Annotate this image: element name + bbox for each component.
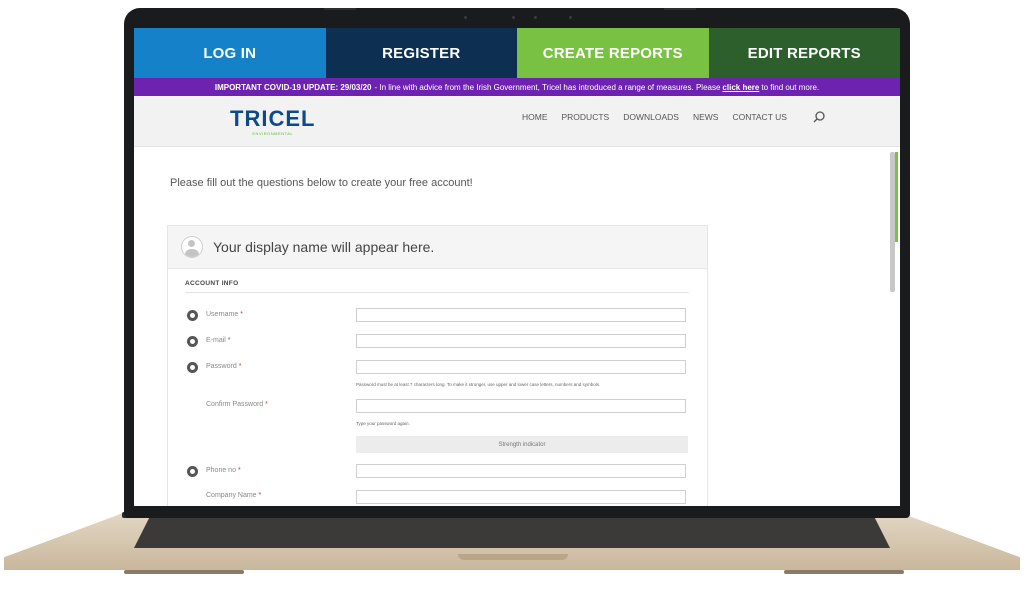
covid-banner-link[interactable]: click here xyxy=(722,83,759,92)
email-input[interactable] xyxy=(356,334,686,348)
camera-dot xyxy=(512,16,515,19)
password-label: Password * xyxy=(206,363,241,370)
camera-dot xyxy=(534,16,537,19)
avatar-icon xyxy=(181,236,203,258)
username-input[interactable] xyxy=(356,308,686,322)
menu-item-products[interactable]: PRODUCTS xyxy=(562,112,610,122)
required-mark: * xyxy=(258,492,262,499)
search-icon[interactable] xyxy=(812,110,826,124)
phone-input[interactable] xyxy=(356,464,686,478)
profile-header: Your display name will appear here. xyxy=(168,226,707,269)
covid-banner-tail: to find out more. xyxy=(761,82,820,92)
username-label-text: Username xyxy=(206,311,239,318)
strength-indicator: Strength indicator xyxy=(356,436,688,453)
section-divider xyxy=(185,292,689,293)
laptop-foot-left xyxy=(124,570,244,574)
section-title: ACCOUNT INFO xyxy=(185,280,239,287)
lock-icon xyxy=(187,362,198,373)
logo-subtitle: ENVIRONMENTAL xyxy=(252,131,294,136)
menu-item-news[interactable]: NEWS xyxy=(693,112,719,122)
menu-item-home[interactable]: HOME xyxy=(522,112,548,122)
laptop-screen: LOG IN REGISTER CREATE REPORTS EDIT REPO… xyxy=(134,28,900,506)
required-mark: * xyxy=(227,337,231,344)
laptop-base xyxy=(4,512,1020,574)
company-label: Company Name * xyxy=(206,492,261,499)
tricel-logo[interactable]: TRICEL ENVIRONMENTAL xyxy=(230,106,316,137)
top-nav: LOG IN REGISTER CREATE REPORTS EDIT REPO… xyxy=(134,28,900,78)
company-label-text: Company Name xyxy=(206,492,257,499)
logo-text: TRICEL xyxy=(230,106,316,131)
laptop-foot-right xyxy=(784,570,904,574)
create-reports-button[interactable]: CREATE REPORTS xyxy=(517,28,709,78)
email-icon xyxy=(187,336,198,347)
covid-banner-text: - In line with advice from the Irish Gov… xyxy=(374,82,721,92)
password-label-text: Password xyxy=(206,363,237,370)
phone-icon xyxy=(187,466,198,477)
camera-dot xyxy=(464,16,467,19)
confirm-password-hint: Type your password again. xyxy=(356,421,410,426)
required-mark: * xyxy=(238,363,242,370)
display-name-preview: Your display name will appear here. xyxy=(213,239,435,255)
lid-gleam-right xyxy=(664,8,696,10)
company-input[interactable] xyxy=(356,490,686,504)
password-input[interactable] xyxy=(356,360,686,374)
keyboard xyxy=(134,518,890,548)
intro-text: Please fill out the questions below to c… xyxy=(170,177,473,189)
confirm-password-label: Confirm Password * xyxy=(206,401,268,408)
site-header: TRICEL ENVIRONMENTAL HOME PRODUCTS DOWNL… xyxy=(134,96,900,147)
required-mark: * xyxy=(265,401,268,408)
email-label-text: E-mail xyxy=(206,337,226,344)
lid-notch xyxy=(458,554,568,560)
password-hint: Password must be at least 7 characters l… xyxy=(356,382,601,387)
edit-reports-button[interactable]: EDIT REPORTS xyxy=(708,28,900,78)
camera-dot xyxy=(569,16,572,19)
phone-label-text: Phone no xyxy=(206,467,236,474)
menu-item-downloads[interactable]: DOWNLOADS xyxy=(623,112,679,122)
username-label: Username * xyxy=(206,311,243,318)
email-label: E-mail * xyxy=(206,337,231,344)
registration-form: Your display name will appear here. ACCO… xyxy=(167,225,708,506)
main-menu: HOME PRODUCTS DOWNLOADS NEWS CONTACT US xyxy=(522,112,787,122)
phone-label: Phone no * xyxy=(206,467,241,474)
menu-item-contact-us[interactable]: CONTACT US xyxy=(732,112,786,122)
covid-banner: IMPORTANT COVID-19 UPDATE: 29/03/20 - In… xyxy=(134,78,900,96)
sidebar-accent xyxy=(895,152,898,242)
lid-gleam-left xyxy=(324,8,356,10)
register-button[interactable]: REGISTER xyxy=(325,28,517,78)
scrollbar[interactable] xyxy=(890,152,895,292)
confirm-password-label-text: Confirm Password xyxy=(206,401,264,408)
user-icon xyxy=(187,310,198,321)
covid-banner-lead: IMPORTANT COVID-19 UPDATE: 29/03/20 xyxy=(214,82,372,92)
log-in-button[interactable]: LOG IN xyxy=(134,28,326,78)
required-mark: * xyxy=(237,467,241,474)
confirm-password-input[interactable] xyxy=(356,399,686,413)
required-mark: * xyxy=(240,311,243,318)
